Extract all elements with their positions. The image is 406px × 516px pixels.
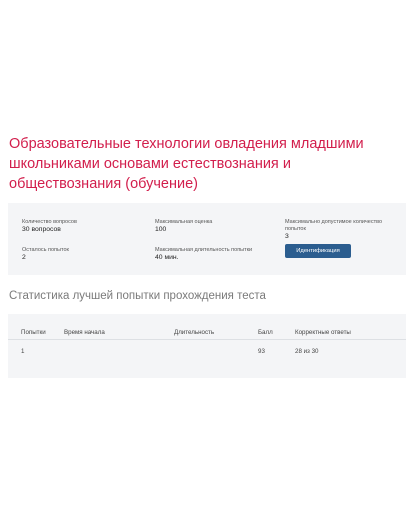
question-count-label: Количество вопросов <box>22 219 77 225</box>
max-duration-value: 40 мин. <box>155 254 179 261</box>
table-header-row: Попытки Время начала Длительность Балл К… <box>8 326 406 340</box>
max-attempts-label: Максимально допустимое количество попыто… <box>285 219 383 232</box>
stats-heading: Статистика лучшей попытки прохождения те… <box>9 290 266 302</box>
cell-correct-answers: 28 из 30 <box>295 348 319 355</box>
column-header-start-time: Время начала <box>64 329 105 336</box>
max-score: Максимальная оценка 100 <box>155 219 212 234</box>
identification-button[interactable]: Идентификация <box>285 244 351 258</box>
max-attempts: Максимально допустимое количество попыто… <box>285 219 390 241</box>
attempts-left-label: Осталось попыток <box>22 247 69 253</box>
column-header-correct-answers: Корректные ответы <box>295 329 351 336</box>
column-header-attempts: Попытки <box>21 329 46 336</box>
question-count-value: 30 вопросов <box>22 226 61 233</box>
cell-attempt: 1 <box>21 348 25 355</box>
question-count: Количество вопросов 30 вопросов <box>22 219 77 234</box>
test-info-panel: Количество вопросов 30 вопросов Максимал… <box>8 203 406 275</box>
attempts-left-value: 2 <box>22 254 26 261</box>
max-duration-label: Максимальная длительность попытки <box>155 247 253 253</box>
cell-score: 93 <box>258 348 265 355</box>
page-title: Образовательные технологии овладения мла… <box>9 136 364 192</box>
stats-panel: Попытки Время начала Длительность Балл К… <box>8 314 406 378</box>
column-header-score: Балл <box>258 329 273 336</box>
max-attempts-value: 3 <box>285 233 289 240</box>
attempts-left: Осталось попыток 2 <box>22 247 69 262</box>
max-score-label: Максимальная оценка <box>155 219 213 225</box>
table-row: 1 93 28 из 30 <box>8 345 406 357</box>
column-header-duration: Длительность <box>174 329 215 336</box>
max-score-value: 100 <box>155 226 167 233</box>
max-duration: Максимальная длительность попытки 40 мин… <box>155 247 252 262</box>
